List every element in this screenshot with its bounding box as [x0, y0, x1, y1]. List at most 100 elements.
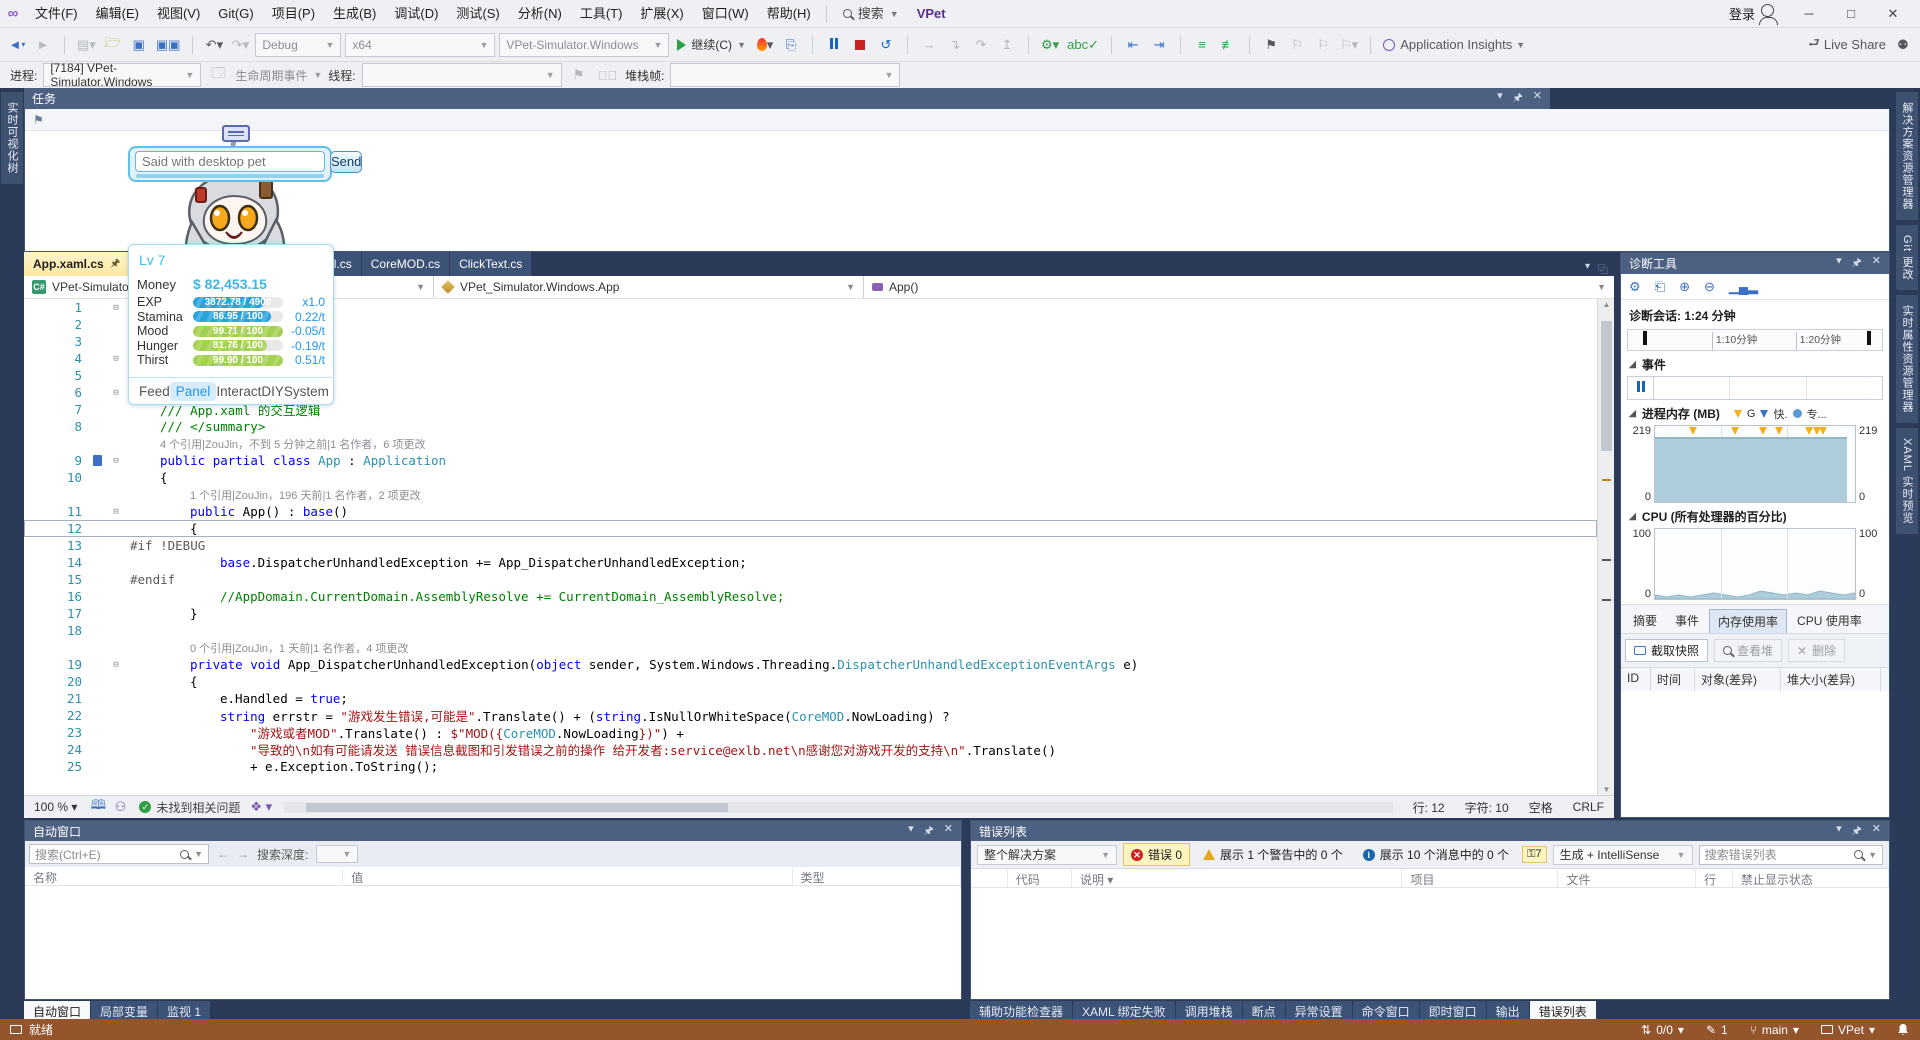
- collapse-icon[interactable]: ◢: [1629, 359, 1636, 370]
- errors-toggle[interactable]: ✕ 错误 0: [1123, 843, 1191, 866]
- application-insights-button[interactable]: Application Insights ▼: [1381, 33, 1527, 57]
- diag-column-时间[interactable]: 时间: [1651, 668, 1695, 691]
- member-dropdown[interactable]: App() ▼: [864, 276, 1614, 298]
- sync-commits-button[interactable]: ⇅ 0/0 ▾: [1630, 1019, 1695, 1040]
- code-line-20[interactable]: 20 {: [24, 673, 1597, 690]
- search-button[interactable]: 搜索 ▼: [833, 2, 909, 26]
- redo-button[interactable]: ↷▾: [229, 33, 251, 57]
- prev-bookmark-button[interactable]: ⚐: [1286, 33, 1308, 57]
- pin-icon[interactable]: 🖈: [924, 822, 934, 841]
- close-icon[interactable]: ✕: [1872, 254, 1881, 273]
- settings-gear-icon[interactable]: ⚙: [1629, 279, 1641, 295]
- document-tab-CoreMOD.cs[interactable]: CoreMOD.cs: [361, 252, 450, 276]
- spell-check-button[interactable]: abc✓: [1065, 33, 1101, 57]
- collapse-icon[interactable]: ◢: [1629, 408, 1636, 419]
- thread-dropdown[interactable]: ▼: [361, 63, 562, 87]
- lifecycle-events-label[interactable]: 生命周期事件: [235, 67, 307, 84]
- inheritance-margin-icon[interactable]: [92, 455, 102, 466]
- process-dropdown[interactable]: [7184] VPet-Simulator.Windows ▼: [43, 61, 202, 89]
- fold-toggle-icon[interactable]: ⊟: [108, 354, 124, 364]
- codelens-row[interactable]: 4 个引用|ZouJin，不到 5 分钟之前|1 名作者，6 项更改: [24, 435, 1597, 452]
- memory-chart[interactable]: [1654, 425, 1856, 503]
- book-icon[interactable]: 🕮: [87, 795, 109, 819]
- diag-tab-事件[interactable]: 事件: [1667, 609, 1707, 633]
- next-bookmark-button[interactable]: ⚐: [1312, 33, 1334, 57]
- error-column-代码[interactable]: 代码: [1008, 869, 1072, 887]
- scroll-up-icon[interactable]: ▲: [1598, 300, 1615, 309]
- code-line-8[interactable]: 8 /// </summary>: [24, 418, 1597, 435]
- menu-item-文件(F)[interactable]: 文件(F): [26, 0, 87, 27]
- timeline-ruler[interactable]: 1:10分钟 1:20分钟: [1627, 329, 1883, 351]
- menu-item-分析(N)[interactable]: 分析(N): [509, 0, 571, 27]
- scrollbar-thumb[interactable]: [1601, 321, 1612, 451]
- diag-tab-摘要[interactable]: 摘要: [1625, 609, 1665, 633]
- pet-tab-Feed[interactable]: Feed: [139, 384, 170, 399]
- warnings-toggle[interactable]: 展示 1 个警告中的 0 个: [1196, 844, 1350, 865]
- flagged-only-icon[interactable]: ⚑⃠: [596, 63, 620, 87]
- code-line-24[interactable]: 24 "导致的\n如有可能请发送 错误信息截图和引发错误之前的操作 给开发者:se…: [24, 741, 1597, 758]
- break-all-button[interactable]: [823, 33, 845, 57]
- chart-icon[interactable]: ▁▄▂: [1729, 279, 1758, 295]
- feedback-button[interactable]: ⚉: [1892, 33, 1914, 57]
- menu-item-项目(P)[interactable]: 项目(P): [263, 0, 324, 27]
- collapse-icon[interactable]: ◢: [1629, 511, 1636, 522]
- error-source-dropdown[interactable]: 生成 + IntelliSense ▼: [1552, 844, 1693, 865]
- codelens-row[interactable]: 1 个引用|ZouJin，196 天前|1 名作者，2 项更改: [24, 486, 1597, 503]
- navigate-back-button[interactable]: ◄ ▾: [6, 33, 28, 57]
- editor-vertical-scrollbar[interactable]: ▲ ▼: [1597, 299, 1614, 795]
- apply-code-changes-button[interactable]: ⎘: [780, 33, 802, 57]
- codelens-row[interactable]: 0 个引用|ZouJin，1 天前|1 名作者，4 项更改: [24, 639, 1597, 656]
- menu-item-窗口(W)[interactable]: 窗口(W): [693, 0, 758, 27]
- pin-icon[interactable]: 🖈: [1513, 89, 1523, 108]
- pending-edits-button[interactable]: ✎ 1: [1695, 1019, 1739, 1040]
- intellicode-icon[interactable]: ❖ ▾: [248, 795, 274, 819]
- tab-live-visual-tree[interactable]: 实时可视化树: [1, 92, 23, 184]
- step-out-button[interactable]: ↥: [996, 33, 1018, 57]
- solution-platform-dropdown[interactable]: x64 ▼: [345, 32, 496, 57]
- code-line-11[interactable]: 11 ⊟ public App() : base(): [24, 503, 1597, 520]
- export-icon[interactable]: ⎗: [1655, 279, 1665, 295]
- side-tab-0[interactable]: 解决方案资源管理器: [1896, 92, 1918, 220]
- zoom-level-dropdown[interactable]: 100 % ▾: [24, 800, 87, 814]
- error-search-input[interactable]: 搜索错误列表 ▼: [1698, 844, 1883, 865]
- autos-column-值[interactable]: 值: [343, 867, 793, 885]
- restore-button[interactable]: □: [1830, 0, 1872, 27]
- error-list-content[interactable]: [971, 888, 1889, 999]
- listen-icon[interactable]: ⚇: [109, 795, 131, 819]
- code-line-22[interactable]: 22 string errstr = "游戏发生错误,可能是".Translate…: [24, 707, 1597, 724]
- step-over-button[interactable]: ↷: [970, 33, 992, 57]
- pet-drag-handle[interactable]: [222, 125, 250, 142]
- pet-tab-Panel[interactable]: Panel: [169, 381, 217, 401]
- repository-button[interactable]: VPet ▾: [1810, 1019, 1886, 1040]
- tab-list-icon[interactable]: ▾: [1585, 261, 1590, 276]
- code-line-10[interactable]: 10 {: [24, 469, 1597, 486]
- show-next-statement-button[interactable]: →: [918, 33, 940, 57]
- whitespace-indicator[interactable]: 空格: [1519, 799, 1563, 816]
- close-icon[interactable]: ✕: [944, 822, 953, 841]
- pin-icon[interactable]: 🖈: [1852, 254, 1862, 273]
- undo-button[interactable]: ↶▾: [203, 33, 225, 57]
- minimize-button[interactable]: ─: [1788, 0, 1830, 27]
- error-scope-dropdown[interactable]: 整个解决方案 ▼: [977, 844, 1117, 865]
- autos-content[interactable]: [25, 886, 961, 999]
- window-position-icon[interactable]: ▾: [1836, 254, 1842, 273]
- error-column-说明[interactable]: 说明 ▾: [1072, 869, 1403, 887]
- menu-item-扩展(X)[interactable]: 扩展(X): [631, 0, 692, 27]
- code-line-14[interactable]: 14 base.DispatcherUnhandledException += A…: [24, 554, 1597, 571]
- codelens-text[interactable]: 4 个引用|ZouJin，不到 5 分钟之前|1 名作者，6 项更改: [124, 436, 425, 452]
- line-outdent-icon[interactable]: ⇥: [1148, 33, 1170, 57]
- fold-toggle-icon[interactable]: ⊟: [108, 388, 124, 398]
- save-button[interactable]: ▣: [128, 33, 150, 57]
- error-column-文件[interactable]: 文件: [1558, 869, 1697, 887]
- diag-column-ID[interactable]: ID: [1621, 668, 1651, 691]
- window-position-icon[interactable]: ▾: [1836, 822, 1842, 841]
- sign-in-button[interactable]: 登录: [1729, 4, 1778, 25]
- fold-toggle-icon[interactable]: ⊟: [108, 507, 124, 517]
- editor-horizontal-scrollbar[interactable]: [284, 801, 1393, 813]
- pet-tab-Interact[interactable]: Interact: [216, 384, 261, 399]
- pin-icon[interactable]: 🖈: [111, 256, 120, 273]
- navigate-forward-button[interactable]: ►: [32, 33, 54, 57]
- code-line-25[interactable]: 25 + e.Exception.ToString();: [24, 758, 1597, 775]
- open-file-button[interactable]: 🗁: [102, 33, 124, 57]
- cpu-chart[interactable]: [1654, 528, 1856, 600]
